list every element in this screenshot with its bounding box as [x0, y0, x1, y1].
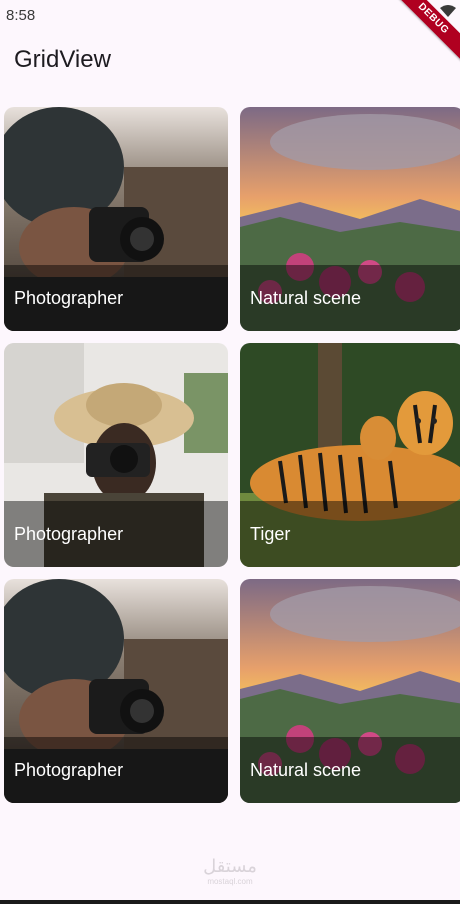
- tile-caption: Natural scene: [240, 265, 460, 331]
- tile-caption: Tiger: [240, 501, 460, 567]
- grid-tile-natural-scene[interactable]: Natural scene: [240, 579, 460, 803]
- grid-tile-tiger[interactable]: Tiger: [240, 343, 460, 567]
- tile-caption: Photographer: [4, 501, 228, 567]
- grid-tile-photographer[interactable]: Photographer: [4, 343, 228, 567]
- status-bar: 8:58: [0, 0, 460, 32]
- app-bar: GridView: [0, 32, 460, 92]
- watermark-text: مستقل: [203, 856, 257, 876]
- tile-caption: Photographer: [4, 265, 228, 331]
- tile-caption-text: Photographer: [14, 760, 124, 780]
- watermark-subtext: mostaql.com: [207, 877, 253, 886]
- tile-caption-text: Photographer: [14, 524, 124, 544]
- page-title: GridView: [14, 46, 111, 73]
- grid-tile-photographer[interactable]: Photographer: [4, 107, 228, 331]
- tile-caption: Natural scene: [240, 737, 460, 803]
- watermark: مستقل mostaql.com: [0, 856, 460, 886]
- tile-caption-text: Photographer: [14, 288, 124, 308]
- status-time: 8:58: [6, 7, 36, 24]
- tile-caption-text: Natural scene: [250, 288, 362, 308]
- bottom-edge: [0, 900, 460, 904]
- tile-caption: Photographer: [4, 737, 228, 803]
- grid-tile-photographer[interactable]: Photographer: [4, 579, 228, 803]
- tile-caption-text: Natural scene: [250, 760, 362, 780]
- tile-caption-text: Tiger: [250, 524, 291, 544]
- grid-tile-natural-scene[interactable]: Natural scene: [240, 107, 460, 331]
